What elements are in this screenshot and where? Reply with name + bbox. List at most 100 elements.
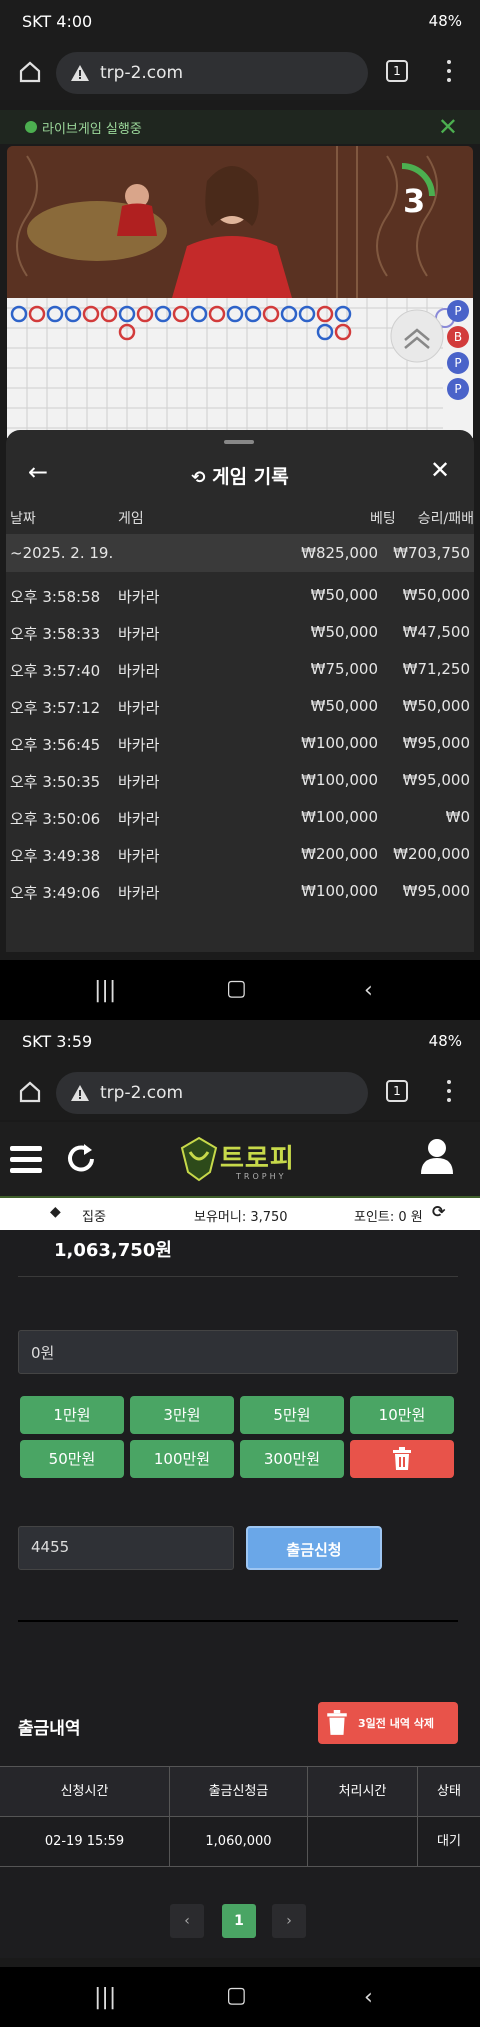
quick-amount-button[interactable]: 10만원 bbox=[350, 1396, 454, 1434]
home-button-icon[interactable]: ▢ bbox=[226, 1983, 247, 2008]
row-result: ₩0 bbox=[445, 808, 470, 826]
history-row[interactable]: 오후 3:49:06 바카라 ₩100,000 ₩95,000 bbox=[6, 872, 474, 910]
user-icon[interactable] bbox=[420, 1138, 454, 1174]
col-header-amount: 출금신청금 bbox=[170, 1767, 308, 1817]
address-bar[interactable]: trp-2.com bbox=[56, 52, 368, 94]
row-bet: ₩100,000 bbox=[301, 882, 378, 900]
banker-bead: B bbox=[447, 326, 469, 348]
quick-amount-button[interactable]: 3만원 bbox=[130, 1396, 234, 1434]
row-bet: ₩50,000 bbox=[310, 623, 378, 641]
row-game: 바카라 bbox=[118, 810, 160, 828]
cell-process-time bbox=[308, 1817, 418, 1867]
bead-side-column: P B P P bbox=[447, 300, 473, 400]
countdown-timer: 3 bbox=[403, 182, 426, 220]
home-icon[interactable] bbox=[18, 60, 42, 84]
history-row[interactable]: 오후 3:58:58 바카라 ₩50,000 ₩50,000 bbox=[6, 576, 474, 614]
history-row[interactable]: 오후 3:56:45 바카라 ₩100,000 ₩95,000 bbox=[6, 724, 474, 762]
row-game: 바카라 bbox=[118, 736, 160, 754]
live-video: 3 bbox=[7, 146, 473, 298]
row-time: 오후 3:58:33 bbox=[10, 625, 101, 643]
player-bead: P bbox=[447, 300, 469, 322]
refresh-icon[interactable] bbox=[64, 1142, 98, 1176]
recent-apps-icon[interactable]: ||| bbox=[94, 1985, 116, 2010]
withdraw-request-button[interactable]: 출금신청 bbox=[246, 1526, 382, 1570]
quick-amount-button[interactable]: 1만원 bbox=[20, 1396, 124, 1434]
game-history-panel: ← ⟲ 게임 기록 ✕ 날짜 게임 베팅 승리/패배 ~2025. 2. 19.… bbox=[6, 430, 474, 952]
close-banner-icon[interactable]: ✕ bbox=[438, 113, 458, 141]
back-icon[interactable]: ‹ bbox=[364, 978, 373, 1003]
live-game-banner: 라이브게임 실행중 ✕ bbox=[0, 110, 480, 144]
pager-page-button[interactable]: 1 bbox=[222, 1904, 256, 1938]
quick-amount-button[interactable]: 5만원 bbox=[240, 1396, 344, 1434]
refresh-points-icon[interactable]: ⟳ bbox=[432, 1202, 445, 1221]
row-result: ₩71,250 bbox=[402, 660, 470, 678]
home-button-icon[interactable]: ▢ bbox=[226, 976, 247, 1001]
warning-icon bbox=[71, 1085, 89, 1101]
drag-handle[interactable] bbox=[224, 440, 254, 444]
points-label: 포인트: 0 원 bbox=[354, 1210, 423, 1225]
warning-icon bbox=[71, 65, 89, 81]
clear-amount-button[interactable] bbox=[350, 1440, 454, 1478]
history-row[interactable]: 오후 3:50:35 바카라 ₩100,000 ₩95,000 bbox=[6, 761, 474, 799]
live-game-label: 라이브게임 실행중 bbox=[42, 122, 142, 137]
row-time: 오후 3:50:35 bbox=[10, 773, 101, 791]
pager-prev-button[interactable]: ‹ bbox=[170, 1904, 204, 1938]
history-row[interactable]: 오후 3:57:40 바카라 ₩75,000 ₩71,250 bbox=[6, 650, 474, 688]
row-result: ₩50,000 bbox=[402, 697, 470, 715]
status-bar: SKT 3:59 48% bbox=[0, 1020, 480, 1064]
trash-icon bbox=[393, 1447, 411, 1470]
back-icon[interactable]: ‹ bbox=[364, 1985, 373, 2010]
hamburger-menu-icon[interactable] bbox=[10, 1146, 42, 1174]
bead-road-board: P B P P bbox=[7, 298, 473, 438]
row-bet: ₩100,000 bbox=[301, 808, 378, 826]
trash-icon bbox=[327, 1710, 347, 1735]
focus-icon: ◆ bbox=[50, 1204, 61, 1220]
withdraw-history-table: 신청시간 출금신청금 처리시간 상태 02-19 15:59 1,060,000… bbox=[0, 1766, 480, 1867]
row-result: ₩95,000 bbox=[402, 734, 470, 752]
withdrawable-amount: 1,063,750원 bbox=[54, 1240, 172, 1261]
history-row[interactable]: 오후 3:57:12 바카라 ₩50,000 ₩50,000 bbox=[6, 687, 474, 725]
tab-switcher-button[interactable]: 1 bbox=[386, 60, 408, 82]
col-header-bet: 베팅 bbox=[370, 511, 396, 527]
row-result: ₩47,500 bbox=[402, 623, 470, 641]
history-row[interactable]: 오후 3:50:06 바카라 ₩100,000 ₩0 bbox=[6, 798, 474, 836]
delete-old-history-button[interactable]: 3일전 내역 삭제 bbox=[318, 1702, 458, 1744]
android-nav-bar: ||| ▢ ‹ bbox=[0, 960, 480, 1020]
withdraw-pin-input[interactable]: 4455 bbox=[18, 1526, 234, 1570]
quick-amount-button[interactable]: 300만원 bbox=[240, 1440, 344, 1478]
quick-amount-button[interactable]: 50만원 bbox=[20, 1440, 124, 1478]
panel-title: ⟲ 게임 기록 bbox=[6, 462, 474, 489]
android-nav-bar: ||| ▢ ‹ bbox=[0, 1967, 480, 2027]
pager-next-button[interactable]: › bbox=[272, 1904, 306, 1938]
col-header-game: 게임 bbox=[118, 511, 144, 527]
close-panel-icon[interactable]: ✕ bbox=[430, 456, 450, 484]
address-bar[interactable]: trp-2.com bbox=[56, 1072, 368, 1114]
trophy-logo[interactable]: 트로피 TROPHY bbox=[180, 1130, 300, 1190]
history-row[interactable]: 오후 3:58:33 바카라 ₩50,000 ₩47,500 bbox=[6, 613, 474, 651]
quick-amount-button[interactable]: 100만원 bbox=[130, 1440, 234, 1478]
more-menu-icon[interactable] bbox=[446, 1078, 452, 1104]
status-bar: SKT 4:00 48% bbox=[0, 0, 480, 44]
account-info-bar: ◆ 집중 보유머니: 3,750 포인트: 0 원 ⟳ bbox=[0, 1198, 480, 1230]
cell-request-time: 02-19 15:59 bbox=[0, 1817, 170, 1867]
row-time: 오후 3:57:40 bbox=[10, 662, 101, 680]
dealer-video-frame bbox=[7, 146, 473, 298]
browser-toolbar: trp-2.com 1 bbox=[0, 44, 480, 100]
recent-apps-icon[interactable]: ||| bbox=[94, 978, 116, 1003]
history-row[interactable]: 오후 3:49:38 바카라 ₩200,000 ₩200,000 bbox=[6, 835, 474, 873]
row-time: 오후 3:50:06 bbox=[10, 810, 101, 828]
row-time: 오후 3:58:58 bbox=[10, 588, 101, 606]
more-menu-icon[interactable] bbox=[446, 58, 452, 84]
tab-switcher-button[interactable]: 1 bbox=[386, 1080, 408, 1102]
summary-row: ~2025. 2. 19. ₩825,000 ₩703,750 bbox=[6, 534, 474, 572]
withdraw-history-title: 출금내역 bbox=[18, 1719, 81, 1739]
summary-bet: ₩825,000 bbox=[301, 544, 378, 562]
row-bet: ₩100,000 bbox=[301, 771, 378, 789]
divider bbox=[18, 1620, 458, 1622]
focus-label: 집중 bbox=[82, 1210, 106, 1225]
home-icon[interactable] bbox=[18, 1080, 42, 1104]
row-game: 바카라 bbox=[118, 699, 160, 717]
game-history-screen: SKT 4:00 48% trp-2.com 1 라이브게임 실행중 ✕ 3 P… bbox=[0, 0, 480, 1020]
player-bead: P bbox=[447, 352, 469, 374]
withdraw-amount-input[interactable]: 0원 bbox=[18, 1330, 458, 1374]
